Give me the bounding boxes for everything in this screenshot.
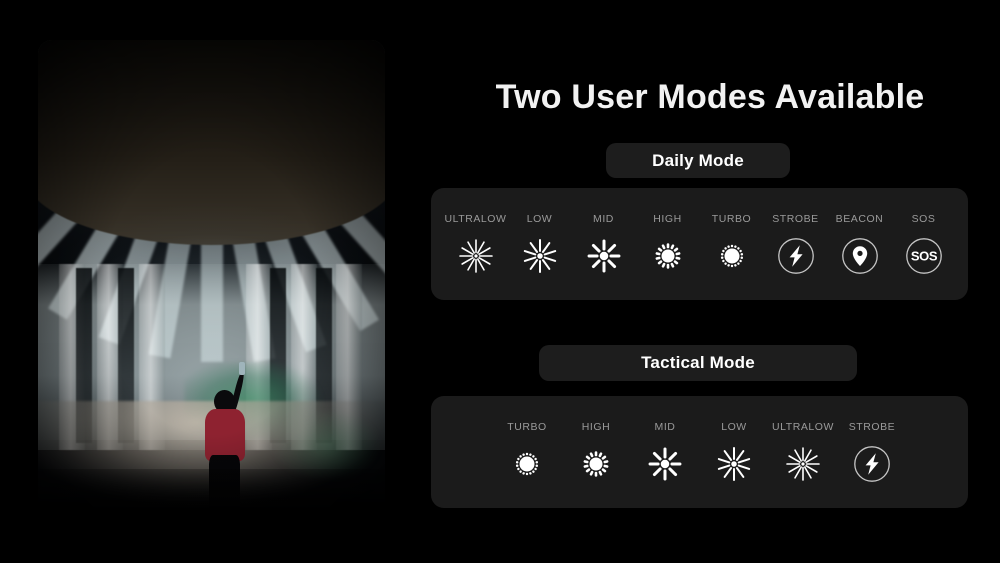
content-column: Two User Modes Available Daily Mode ULTR…	[420, 0, 1000, 563]
mode-item-sos[interactable]: SOS SOS	[892, 213, 956, 276]
mode-item-turbo[interactable]: TURBO	[493, 421, 562, 484]
sunburst-8ray-medium-core-icon	[587, 239, 620, 272]
sun-full-disc-icon	[515, 452, 539, 475]
tactical-mode-pill[interactable]: Tactical Mode	[539, 345, 857, 381]
sunburst-10ray-small-core-icon	[717, 446, 751, 481]
product-photo	[38, 40, 385, 528]
sunburst-8ray-medium-core-icon	[648, 447, 682, 480]
mode-label: LOW	[721, 420, 747, 433]
mode-label: ULTRALOW	[772, 420, 834, 433]
mode-label: HIGH	[581, 420, 611, 433]
mode-label: SOS	[911, 212, 936, 225]
mode-item-mid[interactable]: MID	[631, 421, 700, 484]
sunburst-12ray-tiny-core-icon	[458, 238, 493, 273]
lightning-bolt-in-circle-icon	[777, 237, 814, 274]
sunburst-10ray-small-core-icon	[523, 238, 556, 273]
daily-mode-pill-label: Daily Mode	[652, 150, 744, 170]
mode-label: TURBO	[507, 420, 547, 433]
svg-text:SOS: SOS	[910, 248, 937, 263]
mode-item-ultralow[interactable]: ULTRALOW	[769, 421, 838, 484]
mode-item-ultralow[interactable]: ULTRALOW	[444, 213, 508, 276]
tactical-mode-panel: TURBO HIGH MID LOW ULTRALOW STROBE	[431, 396, 968, 508]
mode-label: HIGH	[653, 212, 682, 225]
photo-vignette	[38, 40, 385, 528]
mode-label: STROBE	[848, 420, 896, 433]
lightning-bolt-in-circle-icon	[854, 445, 890, 482]
mode-item-beacon[interactable]: BEACON	[828, 213, 892, 276]
sunburst-12ray-tiny-core-icon	[786, 446, 820, 481]
mode-label: LOW	[526, 212, 553, 225]
slide-canvas: Two User Modes Available Daily Mode ULTR…	[0, 0, 1000, 563]
sun-large-core-short-spikes-icon	[655, 242, 680, 269]
mode-item-turbo[interactable]: TURBO	[700, 213, 764, 276]
mode-label: TURBO	[711, 212, 752, 225]
mode-item-mid[interactable]: MID	[572, 213, 636, 276]
mode-label: MID	[654, 420, 676, 433]
mode-item-low[interactable]: LOW	[700, 421, 769, 484]
sun-large-core-short-spikes-icon	[583, 450, 609, 477]
sos-text-in-circle-icon: SOS	[905, 237, 942, 274]
daily-mode-list: ULTRALOW LOW MID HIGH TURBO STROBE BEACON SOS SO…	[431, 188, 968, 300]
mode-label: MID	[593, 212, 614, 225]
mode-label: ULTRALOW	[444, 212, 507, 225]
daily-mode-panel: ULTRALOW LOW MID HIGH TURBO STROBE BEACON SOS SO…	[431, 188, 968, 300]
mode-item-high[interactable]: HIGH	[636, 213, 700, 276]
sun-full-disc-icon	[720, 244, 743, 267]
mode-label: STROBE	[772, 212, 819, 225]
map-pin-in-circle-icon	[841, 237, 878, 274]
page-title: Two User Modes Available	[495, 78, 925, 116]
tactical-mode-list: TURBO HIGH MID LOW ULTRALOW STROBE	[431, 396, 968, 508]
mode-item-high[interactable]: HIGH	[562, 421, 631, 484]
mode-item-low[interactable]: LOW	[508, 213, 572, 276]
tactical-mode-pill-label: Tactical Mode	[641, 353, 755, 372]
mode-item-strobe[interactable]: STROBE	[838, 421, 907, 484]
mode-item-strobe[interactable]: STROBE	[764, 213, 828, 276]
daily-mode-pill[interactable]: Daily Mode	[606, 143, 790, 178]
mode-label: BEACON	[835, 212, 884, 225]
photo-scene	[38, 40, 385, 528]
